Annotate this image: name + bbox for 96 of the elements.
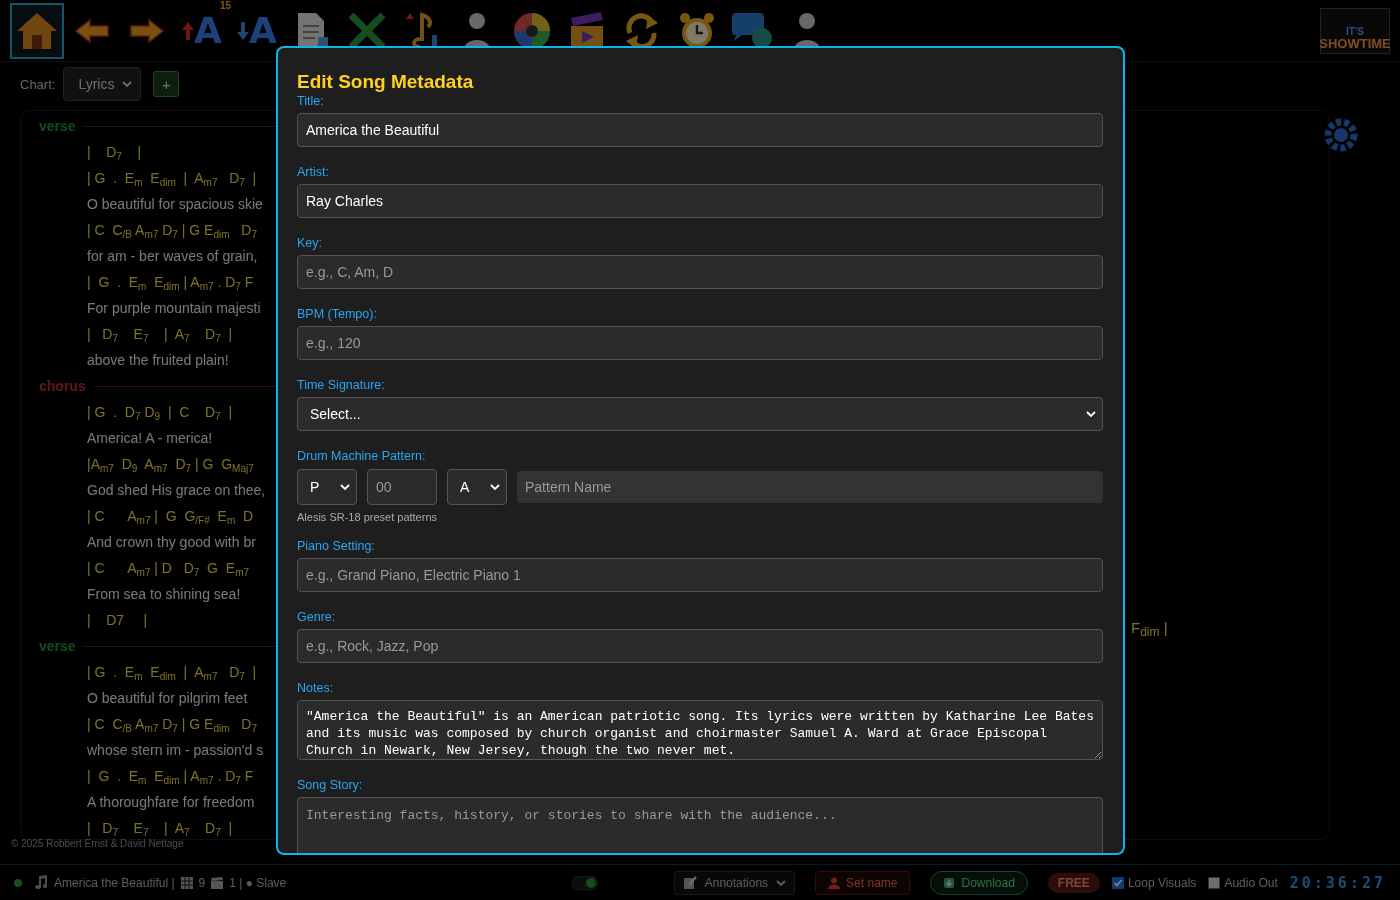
plan-badge: FREE — [1047, 872, 1100, 893]
chord-line: |A$_{m7}$ D$_{9}$ A$_{m7}$ D$_{7}$ | G G$_{Maj7}$ — [87, 455, 254, 476]
arrow-up-icon — [182, 21, 195, 40]
chord-line: | G . D$_{7}$ D$_{9}$ | C D$_{7}$ | — [87, 403, 233, 424]
lyric-line: whose stern im - passion'd s — [87, 741, 264, 760]
music-note-icon — [34, 874, 48, 891]
chart-select[interactable]: Lyrics — [63, 67, 142, 101]
scene-status: 1 | ● Slave — [229, 875, 287, 890]
field-label: Title: — [297, 94, 325, 109]
lyric-line: America! A - merica! — [87, 429, 213, 448]
input-field[interactable]: Pattern Name — [517, 471, 1103, 503]
lyric-line: for am - ber waves of grain, — [87, 247, 258, 266]
note-icon — [682, 875, 697, 890]
section-label: verse — [39, 118, 76, 134]
field-label: Piano Setting: — [297, 539, 376, 554]
download-button[interactable]: Download — [930, 870, 1028, 895]
input-field[interactable]: e.g., Rock, Jazz, Pop — [297, 629, 1103, 663]
home-icon — [15, 10, 59, 51]
field-label: Notes: — [297, 681, 335, 696]
caret-icon — [490, 484, 500, 490]
download-icon — [943, 876, 956, 889]
arrow-down-icon — [237, 21, 250, 40]
section-label: verse — [39, 638, 76, 654]
set-name-button[interactable]: Set name — [815, 870, 911, 895]
song-status: America the Beautiful | — [54, 875, 175, 890]
input-field[interactable]: America the Beautiful — [297, 113, 1103, 147]
chord-line: | G . E$_{m}$ E$_{dim}$ | A$_{m7}$ . D$_{7}$ F — [87, 767, 254, 788]
logo-text: IT'S — [1346, 25, 1364, 37]
input-field[interactable]: Ray Charles — [297, 184, 1103, 218]
grid-icon — [180, 876, 193, 889]
checkbox[interactable] — [1208, 876, 1221, 889]
dialog-title: Edit Song Metadata — [297, 70, 475, 94]
chord-line: | C A$_{m7}$ | D D$_{7}$ G E$_{m7}$ — [87, 559, 250, 580]
caret-icon — [340, 484, 350, 490]
caret-icon — [122, 81, 133, 87]
field-label: Song Story: — [297, 778, 364, 793]
lyric-line: God shed His grace on thee, — [87, 481, 266, 500]
lyric-line: above the fruited plain! — [87, 351, 229, 370]
toggle-switch[interactable] — [572, 875, 599, 890]
toolbar-button[interactable]: A 15 — [175, 2, 229, 59]
chord-line: | C A$_{m7}$ | G G$_{/F#}$ E$_{m}$ D — [87, 507, 254, 528]
toolbar-button[interactable]: A — [230, 2, 284, 59]
checkbox-label: Loop Visuals — [1127, 875, 1197, 890]
lyric-line: From sea to shining sea! — [87, 585, 241, 604]
chord-line: | G . E$_{m}$ E$_{dim}$ | A$_{m7}$ D$_{7}$ | — [87, 169, 257, 190]
lyric-line: O beautiful for pilgrim feet — [87, 689, 248, 708]
caret-icon — [1086, 411, 1096, 417]
chord-line: F$_{dim}$ | — [1131, 619, 1168, 636]
select-field[interactable]: P — [297, 469, 357, 505]
chord-line: | D$_{7}$ | — [87, 143, 142, 164]
field-label: Genre: — [297, 610, 337, 625]
chart-label: Chart: — [20, 76, 56, 92]
field-label: Drum Machine Pattern: — [297, 449, 427, 464]
person-icon — [828, 876, 841, 889]
chord-line: | D7 | — [87, 611, 148, 630]
left-arrow-icon — [74, 17, 110, 44]
copyright-text: © 2025 Robbert Ernst & David Nettage — [11, 838, 184, 849]
select-field[interactable]: Select... — [297, 397, 1103, 431]
field-label: Time Signature: — [297, 378, 386, 393]
input-field[interactable]: e.g., 120 — [297, 326, 1103, 360]
input-field[interactable]: 00 — [367, 469, 437, 505]
lyric-line: A thoroughfare for freedom — [87, 793, 255, 812]
letter-a: A — [249, 12, 277, 49]
input-field[interactable]: e.g., C, Am, D — [297, 255, 1103, 289]
chord-line: | D$_{7}$ E$_{7}$ | A$_{7}$ D$_{7}$ | — [87, 325, 233, 346]
add-button[interactable]: + — [153, 71, 180, 97]
chord-line: | G . E$_{m}$ E$_{dim}$ | A$_{m7}$ . D$_{7}$ F — [87, 273, 254, 294]
section-label: chorus — [39, 378, 86, 394]
chord-line: | D$_{7}$ E$_{7}$ | A$_{7}$ D$_{7}$ | — [87, 819, 233, 839]
annotations-select[interactable]: Annotations — [673, 870, 796, 895]
chord-line: | C C$_{/B}$ A$_{m7}$ D$_{7}$ | G E$_{dim}$ D$_{7}$ — [87, 221, 257, 242]
chord-line: | G . E$_{m}$ E$_{dim}$ | A$_{m7}$ D$_{7}$ | — [87, 663, 257, 684]
page-count: 9 — [198, 875, 206, 890]
text-area[interactable]: "America the Beautiful" is an American patriotic song. Its lyrics were written by Katharine Lee Bates and its music was composed by church organist and choirmaster Samuel A. Ward at Grace Episcopal Church in Newark, New Jersey, though the two never met. — [297, 700, 1103, 760]
clapperboard-icon — [211, 876, 224, 889]
lyric-line: For purple mountain majesti — [87, 299, 261, 318]
count-label: 15 — [219, 0, 231, 11]
chord-line: | C C$_{/B}$ A$_{m7}$ D$_{7}$ | G E$_{dim}$ D$_{7}$ — [87, 715, 257, 736]
field-label: Artist: — [297, 165, 330, 180]
right-arrow-icon — [129, 17, 165, 44]
select-field[interactable]: A — [447, 469, 507, 505]
chat-bubbles-icon — [730, 12, 774, 49]
clock: 20:36:27 — [1289, 873, 1386, 892]
status-dot — [14, 878, 22, 887]
field-label: BPM (Tempo): — [297, 307, 378, 322]
input-field[interactable]: e.g., Grand Piano, Electric Piano 1 — [297, 558, 1103, 592]
checkbox[interactable] — [1111, 876, 1124, 889]
hint-text: Alesis SR-18 preset patterns — [297, 511, 438, 523]
lyric-line: O beautiful for spacious skie — [87, 195, 263, 214]
text-area[interactable]: Interesting facts, history, or stories to share with the audience... — [297, 797, 1103, 853]
checkbox-label: Audio Out — [1224, 875, 1278, 890]
caret-icon — [776, 879, 787, 886]
lyric-line: And crown thy good with br — [87, 533, 256, 552]
logo-text: SHOWTIME — [1319, 36, 1391, 51]
letter-a: A — [194, 12, 222, 49]
field-label: Key: — [297, 236, 323, 251]
